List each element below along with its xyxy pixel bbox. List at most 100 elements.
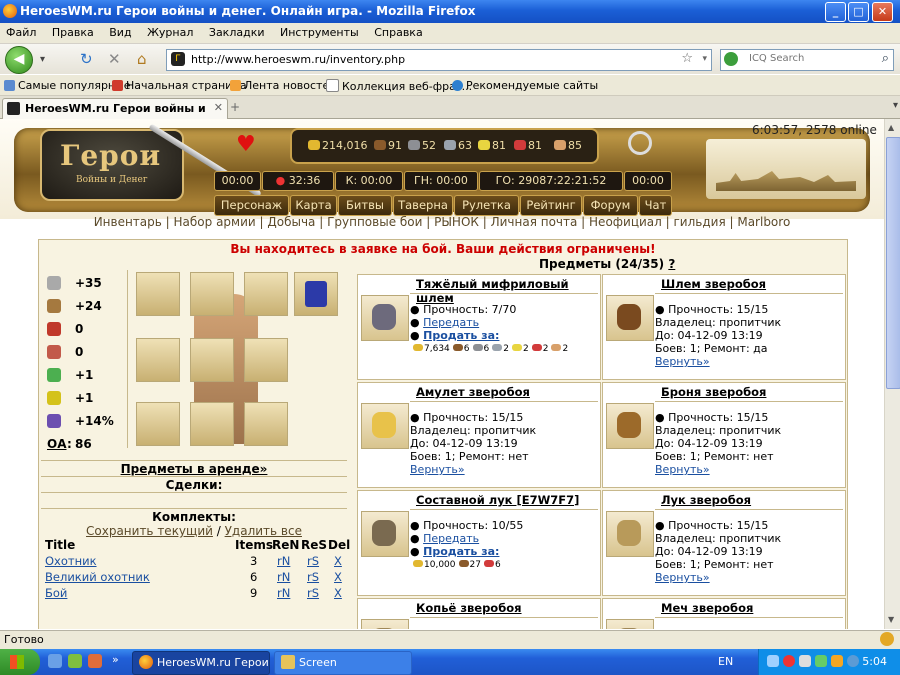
item-thumbnail[interactable] <box>606 403 654 449</box>
item-thumbnail[interactable] <box>606 295 654 341</box>
menu-history[interactable]: Журнал <box>141 23 199 42</box>
kit-delete-link[interactable]: X <box>334 586 342 600</box>
item-name-link[interactable]: Лук зверобоя <box>661 493 843 507</box>
bookmark-news-feed[interactable]: Лента новостей <box>230 79 336 92</box>
item-name-link[interactable]: Амулет зверобоя <box>416 385 598 399</box>
slot-bow[interactable] <box>244 338 288 382</box>
slot-helmet[interactable] <box>190 272 234 316</box>
kit-resave-link[interactable]: rS <box>307 554 319 568</box>
transfer-link[interactable]: Передать <box>423 316 479 329</box>
quicklaunch-icon[interactable] <box>88 654 102 668</box>
search-engine-icon[interactable] <box>724 52 738 66</box>
bookmark-star-icon[interactable]: ☆ <box>681 51 693 66</box>
item-thumbnail[interactable] <box>606 511 654 557</box>
return-link[interactable]: Вернуть» <box>655 355 710 368</box>
reload-icon[interactable]: ↻ <box>80 50 93 68</box>
nav-forum[interactable]: Форум <box>583 195 638 216</box>
item-name-link[interactable]: Броня зверобоя <box>661 385 843 399</box>
rented-items-link[interactable]: Предметы в аренде» <box>41 462 347 476</box>
slot-boots[interactable] <box>190 402 234 446</box>
slot-cloak[interactable] <box>244 272 288 316</box>
return-link[interactable]: Вернуть» <box>655 463 710 476</box>
link-guild[interactable]: гильдия <box>674 215 726 229</box>
kit-rename-link[interactable]: rN <box>277 586 290 600</box>
quicklaunch-icon[interactable] <box>68 654 82 668</box>
link-group-battles[interactable]: Групповые бои <box>327 215 422 229</box>
quicklaunch-more-icon[interactable]: » <box>112 653 119 666</box>
vertical-scrollbar[interactable]: ▲ ▼ <box>884 119 900 629</box>
slot-armor[interactable] <box>190 338 234 382</box>
search-input[interactable] <box>747 52 871 65</box>
item-thumbnail[interactable] <box>361 511 409 557</box>
delete-all-kits-link[interactable]: Удалить все <box>225 524 302 538</box>
url-bar[interactable]: Г http://www.heroeswm.ru/inventory.php ☆… <box>166 49 712 71</box>
scrollbar-thumb[interactable] <box>886 137 900 389</box>
kit-resave-link[interactable]: rS <box>307 586 319 600</box>
kit-rename-link[interactable]: rN <box>277 554 290 568</box>
bookmark-web-slices[interactable]: Коллекция веб-фраг... <box>326 79 472 93</box>
link-market[interactable]: РЫНОК <box>434 215 479 229</box>
scroll-down-icon[interactable]: ▼ <box>888 615 894 624</box>
return-link[interactable]: Вернуть» <box>655 571 710 584</box>
item-name-link[interactable]: Тяжёлый мифриловый шлем <box>416 277 598 305</box>
sell-link[interactable]: Продать за: <box>423 329 499 342</box>
item-thumbnail[interactable] <box>606 619 654 629</box>
kit-title-link[interactable]: Бой <box>45 586 67 600</box>
url-dropdown-icon[interactable]: ▾ <box>702 54 707 64</box>
nav-chat[interactable]: Чат <box>639 195 672 216</box>
volume-icon[interactable] <box>799 655 811 667</box>
transfer-link[interactable]: Передать <box>423 532 479 545</box>
save-kit-link[interactable]: Сохранить текущий <box>86 524 213 538</box>
nav-tavern[interactable]: Таверна <box>393 195 453 216</box>
nav-character[interactable]: Персонаж <box>214 195 289 216</box>
bookmark-start-page[interactable]: Начальная страница <box>112 79 247 92</box>
menu-tools[interactable]: Инструменты <box>274 23 365 42</box>
item-name-link[interactable]: Составной лук [E7W7F7] <box>416 493 598 507</box>
kit-delete-link[interactable]: X <box>334 554 342 568</box>
tab-heroeswm[interactable]: HeroesWM.ru Герои войны и денег. ... ✕ <box>2 98 228 119</box>
slot-weapon[interactable] <box>136 402 180 446</box>
nav-map[interactable]: Карта <box>290 195 337 216</box>
minimize-button[interactable]: _ <box>825 2 846 22</box>
slot-shield[interactable] <box>244 402 288 446</box>
tray-app-icon[interactable] <box>831 655 843 667</box>
home-icon[interactable]: ⌂ <box>137 50 147 68</box>
bookmark-suggested-sites[interactable]: Рекомендуемые сайты <box>452 79 598 92</box>
kit-resave-link[interactable]: rS <box>307 570 319 584</box>
item-name-link[interactable]: Меч зверобоя <box>661 601 843 615</box>
menu-view[interactable]: Вид <box>103 23 137 42</box>
item-thumbnail[interactable] <box>361 403 409 449</box>
oa-label[interactable]: ОА <box>47 437 67 451</box>
back-arrow-icon[interactable]: ◀ <box>5 46 33 74</box>
link-marlboro[interactable]: Marlboro <box>737 215 790 229</box>
nav-roulette[interactable]: Рулетка <box>454 195 519 216</box>
taskbar-firefox[interactable]: HeroesWM.ru Герои в... <box>132 651 270 675</box>
new-tab-icon[interactable]: + <box>230 100 240 114</box>
kit-title-link[interactable]: Охотник <box>45 554 97 568</box>
item-thumbnail[interactable] <box>361 295 409 341</box>
slot-amulet[interactable] <box>136 272 180 316</box>
start-button[interactable] <box>0 649 40 675</box>
url-text[interactable]: http://www.heroeswm.ru/inventory.php <box>191 53 405 66</box>
item-name-link[interactable]: Копьё зверобоя <box>416 601 598 615</box>
slot-book[interactable] <box>294 272 338 316</box>
link-loot[interactable]: Добыча <box>267 215 315 229</box>
tray-app-icon[interactable] <box>847 655 859 667</box>
item-thumbnail[interactable] <box>361 619 409 629</box>
forward-dropdown-icon[interactable]: ▾ <box>40 54 45 65</box>
ring-icon[interactable] <box>628 131 652 155</box>
nav-rating[interactable]: Рейтинг <box>520 195 582 216</box>
nav-battles[interactable]: Битвы <box>338 195 392 216</box>
slot-ring[interactable] <box>136 338 180 382</box>
menu-bookmarks[interactable]: Закладки <box>203 23 271 42</box>
taskbar-screen[interactable]: Screen <box>274 651 412 675</box>
link-inventory[interactable]: Инвентарь <box>94 215 162 229</box>
search-bar[interactable]: ⌕ <box>720 49 894 71</box>
link-unofficial[interactable]: Неофициал <box>589 215 662 229</box>
link-mail[interactable]: Личная почта <box>491 215 578 229</box>
antivirus-icon[interactable] <box>783 655 795 667</box>
kit-delete-link[interactable]: X <box>334 570 342 584</box>
network-icon[interactable] <box>767 655 779 667</box>
close-button[interactable]: ✕ <box>872 2 893 22</box>
game-logo[interactable]: Герои Войны и Денег <box>40 129 184 201</box>
